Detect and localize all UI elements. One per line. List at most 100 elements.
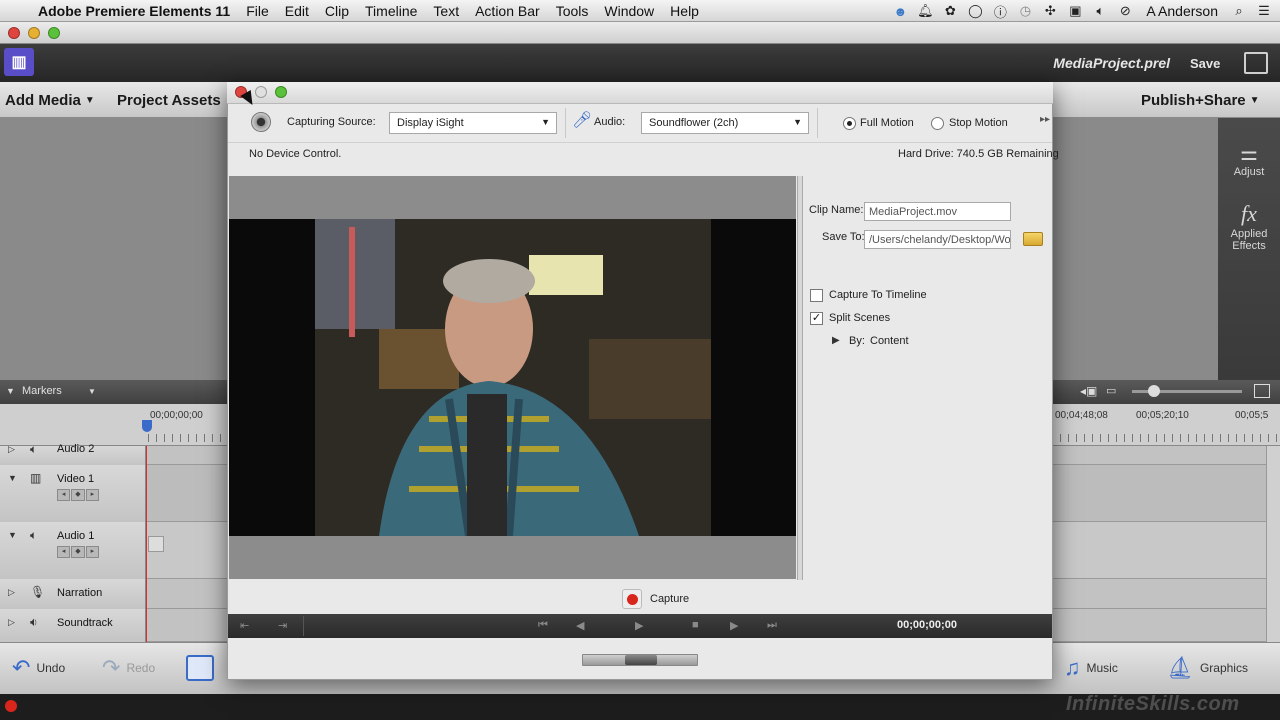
menu-text[interactable]: Text: [425, 3, 467, 19]
organizer-button[interactable]: [186, 655, 214, 681]
audio-mixer-icon[interactable]: ◂▣: [1080, 384, 1097, 398]
window-title-bar: [0, 22, 1280, 44]
stop-motion-label[interactable]: Stop Motion: [949, 117, 1008, 129]
menu-edit[interactable]: Edit: [277, 3, 317, 19]
playhead-line: [146, 446, 147, 642]
markers-toggle-icon[interactable]: ▼: [6, 386, 15, 396]
fast-forward-to-end-icon[interactable]: ⏭︎: [767, 619, 777, 632]
dialog-zoom-button[interactable]: [275, 86, 287, 98]
finder-icon[interactable]: ☻: [892, 3, 908, 19]
stop-icon[interactable]: ■: [692, 619, 699, 631]
expand-icon[interactable]: ▷: [8, 587, 15, 598]
markers-label[interactable]: Markers: [22, 385, 62, 397]
track-header: ▷ 🔉︎ Soundtrack: [0, 609, 146, 642]
capture-button[interactable]: Capture: [622, 588, 712, 610]
project-assets-button[interactable]: Project Assets: [117, 82, 221, 118]
step-back-icon[interactable]: ◀︎: [576, 619, 584, 632]
folder-browse-icon[interactable]: [1023, 232, 1043, 246]
audio-clip-icon[interactable]: [148, 536, 164, 552]
spotlight-search-icon[interactable]: ⌕: [1231, 3, 1247, 19]
divider: [817, 108, 818, 138]
capture-to-timeline-label[interactable]: Capture To Timeline: [829, 289, 927, 301]
full-motion-radio[interactable]: [843, 117, 856, 130]
capture-to-timeline-checkbox[interactable]: [810, 289, 823, 302]
expand-icon[interactable]: ▷: [8, 444, 15, 455]
info-icon[interactable]: ⓘ: [992, 3, 1008, 20]
vertical-scrollbar[interactable]: [1266, 446, 1280, 642]
panel-splitter[interactable]: [797, 176, 803, 580]
chat-bubble-icon[interactable]: ◯: [967, 3, 983, 19]
audio-source-select[interactable]: Soundflower (2ch) ▼: [641, 112, 809, 134]
disclosure-triangle-icon[interactable]: ▶: [832, 335, 840, 346]
user-name[interactable]: A Anderson: [1142, 3, 1222, 19]
undo-button[interactable]: ↶ Undo: [12, 655, 65, 681]
clip-name-input[interactable]: MediaProject.mov: [864, 202, 1011, 221]
adjust-button[interactable]: ⚌ Adjust: [1218, 142, 1280, 178]
sliders-icon: ⚌: [1240, 143, 1258, 165]
graphics-button[interactable]: ⛵︎ Graphics: [1166, 655, 1248, 681]
zoom-out-icon[interactable]: ▭: [1106, 384, 1116, 397]
chevron-down-icon: ▼: [541, 117, 550, 127]
play-icon[interactable]: ▶︎: [635, 619, 643, 632]
full-motion-label[interactable]: Full Motion: [860, 117, 914, 129]
shuttle-slider-thumb[interactable]: [625, 655, 657, 665]
keyframe-controls[interactable]: ◂ ◆ ▸: [57, 546, 99, 558]
menu-help[interactable]: Help: [662, 3, 707, 19]
capturing-source-select[interactable]: Display iSight ▼: [389, 112, 557, 134]
redo-button[interactable]: ↷ Redo: [102, 655, 155, 681]
expand-icon[interactable]: ▷: [8, 617, 15, 628]
collapse-icon[interactable]: ▼: [8, 530, 17, 540]
split-by-label: By:: [849, 335, 865, 347]
zoom-slider-thumb[interactable]: [1148, 385, 1160, 397]
menu-tools[interactable]: Tools: [548, 3, 597, 19]
organizer-icon: [186, 655, 214, 681]
save-button[interactable]: Save: [1190, 44, 1230, 82]
menu-window[interactable]: Window: [596, 3, 662, 19]
fullscreen-icon[interactable]: [1244, 52, 1268, 74]
go-to-out-icon[interactable]: ⇥: [278, 619, 287, 632]
split-scenes-checkbox[interactable]: ✓: [810, 312, 823, 325]
divider: [565, 108, 566, 138]
project-name: MediaProject.prel: [1053, 55, 1170, 71]
notification-bell-icon[interactable]: 🔔︎: [917, 3, 934, 19]
time-machine-icon[interactable]: ◷: [1017, 3, 1033, 19]
zoom-in-icon[interactable]: [1254, 384, 1270, 398]
menu-file[interactable]: File: [238, 3, 277, 19]
playhead-marker[interactable]: [142, 420, 152, 432]
ruler-time-label: 00;05;20;10: [1136, 410, 1189, 421]
panel-menu-icon[interactable]: ▸▸: [1040, 114, 1050, 125]
split-scenes-label[interactable]: Split Scenes: [829, 312, 890, 324]
stop-motion-radio[interactable]: [931, 117, 944, 130]
split-by-value[interactable]: Content: [870, 335, 909, 347]
window-close-button[interactable]: [8, 27, 20, 39]
menu-action-bar[interactable]: Action Bar: [467, 3, 548, 19]
rewind-to-start-icon[interactable]: ⏮︎: [538, 619, 548, 632]
bluetooth-icon[interactable]: ✣: [1042, 3, 1058, 19]
keyframe-controls[interactable]: ◂ ◆ ▸: [57, 489, 99, 501]
go-to-in-icon[interactable]: ⇤: [240, 619, 249, 632]
track-header: ▼ ▥ Video 1 ◂ ◆ ▸: [0, 465, 146, 522]
webcam-frame-image: [315, 219, 711, 536]
chevron-down-icon[interactable]: ▼: [88, 387, 96, 396]
applied-effects-button[interactable]: fx Applied Effects: [1218, 200, 1280, 252]
chevron-down-icon: ▼: [793, 117, 802, 127]
publish-share-button[interactable]: Publish+Share ▼: [1141, 82, 1260, 118]
step-forward-icon[interactable]: ▶︎: [730, 619, 738, 632]
notification-center-icon[interactable]: ☰: [1256, 3, 1272, 19]
dialog-minimize-button[interactable]: [255, 86, 267, 98]
collapse-icon[interactable]: ▼: [8, 473, 17, 483]
menu-timeline[interactable]: Timeline: [357, 3, 425, 19]
track-name: Video 1: [57, 473, 95, 485]
save-to-input[interactable]: /Users/chelandy/Desktop/Wo: [864, 230, 1011, 249]
display-mirror-icon[interactable]: ▣: [1067, 3, 1083, 19]
music-button[interactable]: ♫ Music: [1064, 655, 1118, 681]
microphone-icon: 🎤︎: [572, 112, 593, 129]
paw-icon[interactable]: ✿: [942, 3, 958, 19]
add-media-button[interactable]: Add Media ▼: [5, 82, 95, 118]
app-name-menu[interactable]: Adobe Premiere Elements 11: [30, 3, 238, 19]
sync-icon[interactable]: ⊘: [1117, 3, 1133, 19]
volume-icon[interactable]: 🔈︎: [1092, 3, 1108, 19]
menu-clip[interactable]: Clip: [317, 3, 357, 19]
window-zoom-button[interactable]: [48, 27, 60, 39]
window-minimize-button[interactable]: [28, 27, 40, 39]
